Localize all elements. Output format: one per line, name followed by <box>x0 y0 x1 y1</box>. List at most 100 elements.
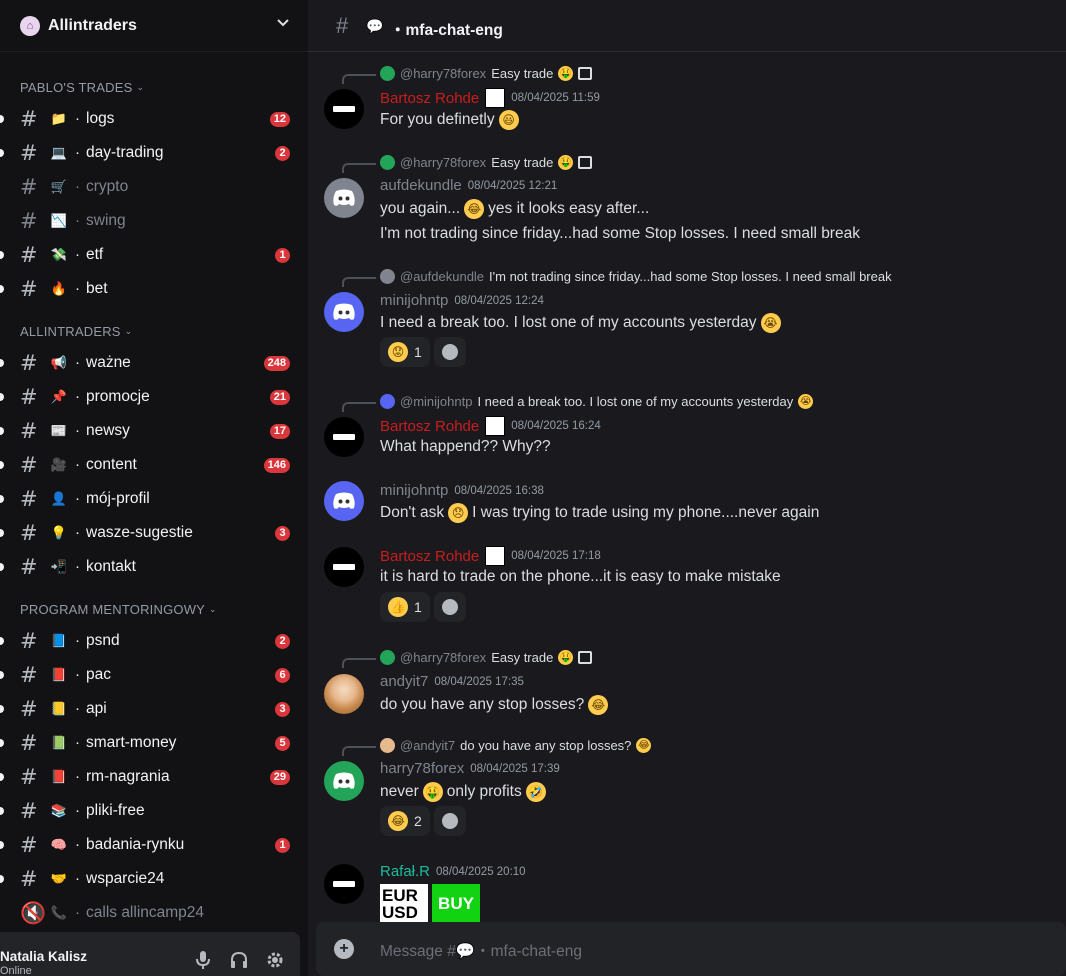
avatar[interactable] <box>324 292 364 332</box>
message-composer[interactable]: + Message #💬・mfa-chat-eng <box>316 922 1066 976</box>
separator: · <box>75 110 80 127</box>
channel-item[interactable]: # 📕 · pac 6 <box>0 659 300 691</box>
category-header[interactable]: ALLINTRADERS ⌄ <box>20 324 132 339</box>
message-text: it is hard to trade on the phone...it is… <box>380 568 781 586</box>
emoji-icon: 🤑 <box>558 155 574 170</box>
channel-item[interactable]: # 🛒 · crypto <box>0 171 300 203</box>
microphone-icon[interactable] <box>192 950 214 972</box>
headphones-icon[interactable] <box>228 950 250 972</box>
channel-item[interactable]: # 📌 · promocje 21 <box>0 381 300 413</box>
channel-item[interactable]: # 📉 · swing <box>0 205 300 237</box>
message-list: @harry78forex Easy trade 🤑 Bartosz Rohde 08/… <box>308 52 1066 922</box>
attachment-image[interactable]: EUR USD <box>380 884 428 922</box>
channel-item[interactable]: # 📁 · logs 12 <box>0 103 300 135</box>
reply-preview[interactable]: @aufdekundle I'm not trading since friday… <box>342 269 892 287</box>
reaction-button[interactable]: 😟 1 <box>380 337 430 367</box>
channel-name: day-trading <box>86 144 164 161</box>
reply-preview[interactable]: @harry78forex Easy trade 🤑 <box>342 650 593 668</box>
emoji-icon: 🤣 <box>525 782 546 802</box>
reaction-button[interactable]: 👍 1 <box>380 592 430 622</box>
reaction-emoji-icon: 😂 <box>388 811 408 831</box>
avatar[interactable] <box>324 864 364 904</box>
channel-item[interactable]: 🔇 📞 · calls allincamp24 <box>0 897 300 929</box>
avatar[interactable] <box>324 178 364 218</box>
channel-item[interactable]: # 🔥 · bet <box>0 273 300 305</box>
channel-emoji-icon: 🔥 <box>50 281 68 296</box>
mention-badge: 5 <box>275 736 290 751</box>
channel-item[interactable]: # 👤 · mój-profil <box>0 483 300 515</box>
author-name[interactable]: Bartosz Rohde <box>380 90 479 107</box>
message-header: aufdekundle 08/04/2025 12:21 <box>380 177 557 194</box>
author-name[interactable]: harry78forex <box>380 760 464 777</box>
channel-item[interactable]: # 📲 · kontakt <box>0 551 300 583</box>
reply-mention: @harry78forex <box>400 650 487 665</box>
channel-item[interactable]: # 📗 · smart-money 5 <box>0 727 300 759</box>
reply-preview[interactable]: @harry78forex Easy trade 🤑 <box>342 155 593 173</box>
author-name[interactable]: Bartosz Rohde <box>380 418 479 435</box>
channel-name: swing <box>86 212 126 229</box>
plus-icon[interactable]: + <box>334 939 354 959</box>
channel-emoji-icon: 💡 <box>50 525 68 540</box>
channel-item[interactable]: # 💻 · day-trading 2 <box>0 137 300 169</box>
reply-mention: @harry78forex <box>400 155 487 170</box>
channel-name: pac <box>86 666 111 683</box>
channel-item[interactable]: # 📒 · api 3 <box>0 693 300 725</box>
add-reaction-icon[interactable] <box>434 337 466 367</box>
attachment-image[interactable]: BUY <box>432 884 480 922</box>
author-name[interactable]: Rafał.R <box>380 863 430 880</box>
channel-item[interactable]: # 📢 · ważne 248 <box>0 347 300 379</box>
user-status: Online <box>0 965 32 976</box>
channel-item[interactable]: # 💡 · wasze-sugestie 3 <box>0 517 300 549</box>
timestamp: 08/04/2025 16:38 <box>454 484 544 497</box>
message-text: Don't ask 😞 I was trying to trade using my… <box>380 503 819 523</box>
reaction-button[interactable]: 😂 2 <box>380 806 430 836</box>
channel-item[interactable]: # 📘 · psnd 2 <box>0 625 300 657</box>
server-tag-icon <box>485 416 506 436</box>
timestamp: 08/04/2025 12:21 <box>467 179 558 192</box>
author-name[interactable]: Bartosz Rohde <box>380 548 479 565</box>
message-text: never 🤑 only profits 🤣 <box>380 782 546 802</box>
gear-icon[interactable] <box>264 950 286 972</box>
channel-name: content <box>86 456 137 473</box>
mention-badge: 1 <box>275 248 290 263</box>
avatar[interactable] <box>324 547 364 587</box>
add-reaction-icon[interactable] <box>434 592 466 622</box>
message-header: harry78forex 08/04/2025 17:39 <box>380 760 560 777</box>
emoji-icon: 🤑 <box>558 650 574 665</box>
channel-item[interactable]: # 📰 · newsy 17 <box>0 415 300 447</box>
channel-item[interactable]: # 🎥 · content 146 <box>0 449 300 481</box>
chevron-down-icon[interactable] <box>276 16 290 30</box>
reply-avatar <box>380 394 395 409</box>
author-name[interactable]: minijohntp <box>380 482 448 499</box>
channel-name: etf <box>86 246 104 263</box>
author-name[interactable]: minijohntp <box>380 292 448 309</box>
reply-preview[interactable]: @minijohntp I need a break too. I lost on… <box>342 394 814 412</box>
avatar[interactable] <box>324 417 364 457</box>
channel-item[interactable]: # 🧠 · badania-rynku 1 <box>0 829 300 861</box>
avatar[interactable] <box>324 481 364 521</box>
avatar[interactable] <box>324 89 364 129</box>
channel-emoji-icon: 📢 <box>50 355 68 370</box>
emoji-icon: 😭 <box>760 313 781 333</box>
channel-item[interactable]: # 📚 · pliki-free <box>0 795 300 827</box>
author-name[interactable]: aufdekundle <box>380 177 462 194</box>
category-header[interactable]: PABLO'S TRADES ⌄ <box>20 80 144 95</box>
category-header[interactable]: PROGRAM MENTORINGOWY ⌄ <box>20 602 217 617</box>
timestamp: 08/04/2025 17:18 <box>511 550 601 562</box>
channel-item[interactable]: # 📕 · rm-nagrania 29 <box>0 761 300 793</box>
message-input[interactable]: Message #💬・mfa-chat-eng <box>380 939 582 961</box>
add-reaction-icon[interactable] <box>434 806 466 836</box>
channel-item[interactable]: # 🤝 · wsparcie24 <box>0 863 300 895</box>
emoji-icon: 😂 <box>464 199 485 219</box>
reply-preview[interactable]: @andyit7 do you have any stop losses? 😂 <box>342 738 652 756</box>
author-name[interactable]: andyit7 <box>380 673 428 690</box>
unread-indicator <box>0 359 4 367</box>
separator: · <box>75 768 80 785</box>
server-header[interactable]: ⌂ Allintraders <box>0 0 308 52</box>
avatar[interactable] <box>324 674 364 714</box>
message-header: Bartosz Rohde 08/04/2025 11:59 <box>380 88 600 108</box>
avatar[interactable] <box>324 761 364 801</box>
reply-preview[interactable]: @harry78forex Easy trade 🤑 <box>342 66 593 84</box>
reply-avatar <box>380 66 395 81</box>
channel-item[interactable]: # 💸 · etf 1 <box>0 239 300 271</box>
